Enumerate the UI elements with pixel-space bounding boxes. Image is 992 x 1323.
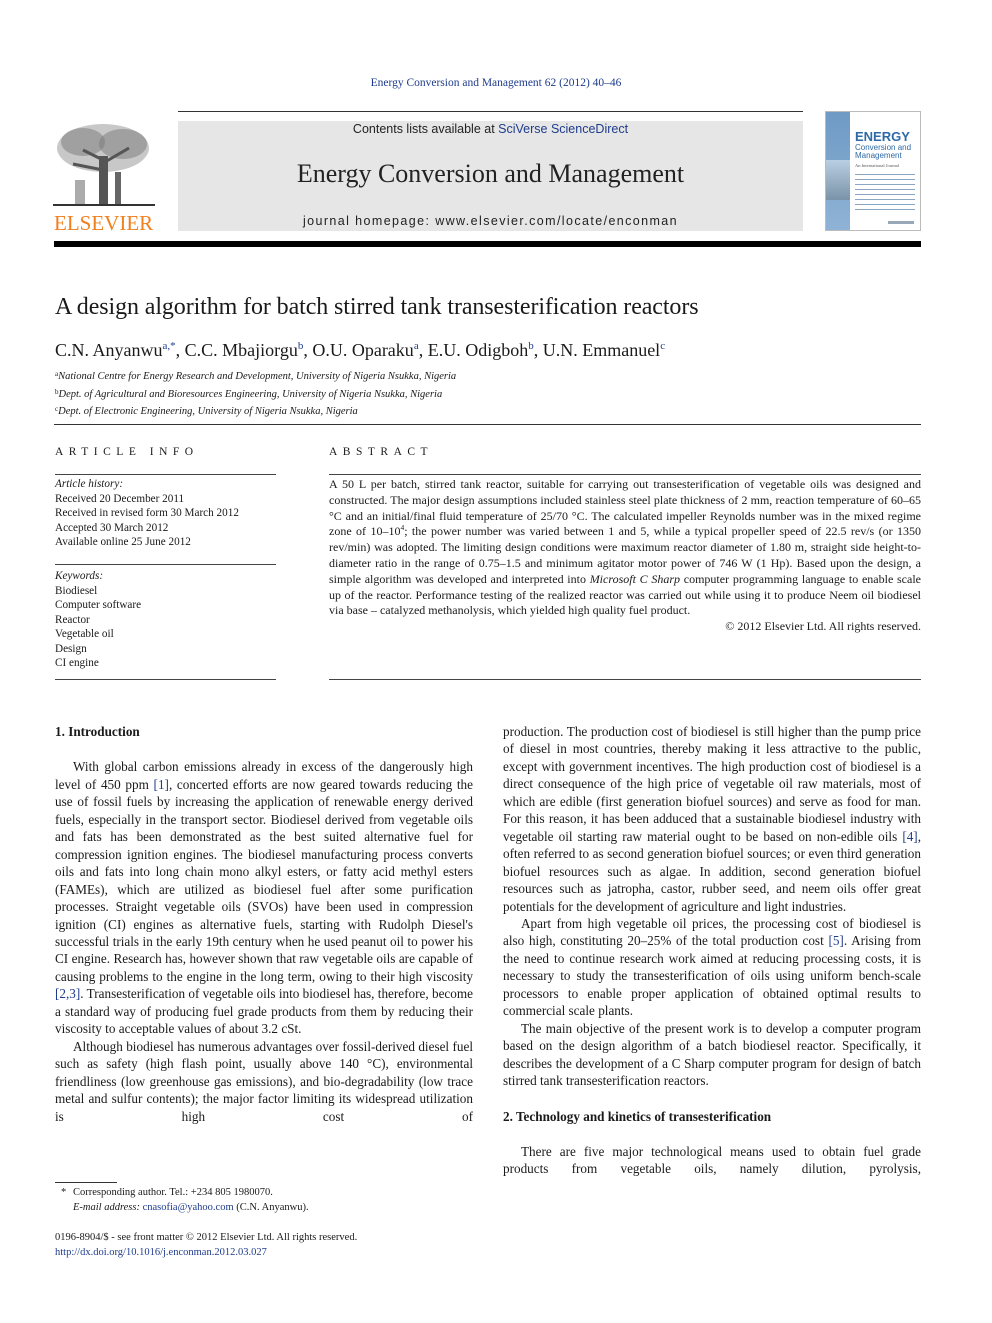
cover-title: ENERGY <box>855 129 910 144</box>
author[interactable]: C.N. Anyanwua,*, <box>55 340 185 360</box>
footnote-rule <box>55 1182 117 1183</box>
corresponding-author-footnote: * Corresponding author. Tel.: +234 805 19… <box>55 1186 309 1215</box>
cover-subtitle: Conversion and Management <box>855 143 912 160</box>
keyword[interactable]: Vegetable oil <box>55 627 141 642</box>
history-label: Article history: <box>55 478 124 490</box>
email-label: E-mail address: <box>73 1201 143 1213</box>
keywords-rule <box>55 679 276 680</box>
affiliation-rule <box>54 424 921 425</box>
affiliation: cDept. of Electronic Engineering, Univer… <box>55 405 358 417</box>
sciencedirect-link[interactable]: SciVerse ScienceDirect <box>498 122 628 136</box>
article-history: Article history: Received 20 December 20… <box>55 477 239 550</box>
citation-link[interactable]: [4] <box>902 829 917 844</box>
author[interactable]: E.U. Odigbohb, <box>428 340 543 360</box>
article-info-heading: ARTICLE INFO <box>55 446 199 458</box>
author[interactable]: U.N. Emmanuelc <box>543 340 665 360</box>
keyword[interactable]: Reactor <box>55 613 141 628</box>
history-item: Accepted 30 March 2012 <box>55 521 169 534</box>
footnote-star: * <box>61 1187 67 1198</box>
abstract-text: A 50 L per batch, stirred tank reactor, … <box>329 477 921 634</box>
citation-link[interactable]: [5] <box>828 933 843 948</box>
author[interactable]: O.U. Oparakua, <box>312 340 427 360</box>
elsevier-wordmark: ELSEVIER <box>54 211 154 235</box>
body-paragraph: production. The production cost of biodi… <box>503 724 921 914</box>
keywords: Keywords: Biodiesel Computer software Re… <box>55 569 141 671</box>
page-footer: 0196-8904/$ - see front matter © 2012 El… <box>55 1231 357 1260</box>
email-link[interactable]: cnasofia@yahoo.com <box>143 1202 234 1213</box>
article-title: A design algorithm for batch stirred tan… <box>55 294 699 320</box>
issn-line: 0196-8904/$ - see front matter © 2012 El… <box>55 1232 358 1243</box>
affiliation: aNational Centre for Energy Research and… <box>55 370 457 382</box>
body-paragraph: Apart from high vegetable oil prices, th… <box>503 915 921 1019</box>
contents-prefix: Contents lists available at <box>352 122 499 136</box>
journal-masthead: Contents lists available at SciVerse Sci… <box>178 121 803 231</box>
section-heading: 1. Introduction <box>55 724 140 739</box>
keyword[interactable]: CI engine <box>55 656 141 671</box>
tree-icon <box>53 124 155 206</box>
body-column-left: 1. Introduction With global carbon emiss… <box>55 723 473 1125</box>
affiliation: bDept. of Agricultural and Bioresources … <box>55 387 443 400</box>
keyword[interactable]: Design <box>55 642 141 657</box>
history-item: Received in revised form 30 March 2012 <box>55 507 239 519</box>
cover-contents-lines <box>855 174 915 214</box>
contents-line: Contents lists available at SciVerse Sci… <box>178 121 803 137</box>
journal-cover-thumbnail[interactable]: ENERGY Conversion and Management An Inte… <box>825 111 921 231</box>
cover-photo <box>826 160 850 200</box>
keywords-label: Keywords: <box>55 570 104 582</box>
body-paragraph: With global carbon emissions already in … <box>55 759 473 1037</box>
abstract-heading: ABSTRACT <box>329 446 434 458</box>
body-paragraph: The main objective of the present work i… <box>503 1020 921 1089</box>
running-head[interactable]: Energy Conversion and Management 62 (201… <box>0 77 992 89</box>
keyword[interactable]: Computer software <box>55 598 141 613</box>
body-paragraph: There are five major technological means… <box>503 1143 921 1177</box>
history-item: Received 20 December 2011 <box>55 492 185 505</box>
affiliations: aNational Centre for Energy Research and… <box>55 367 456 420</box>
header-bottom-bar <box>54 241 921 247</box>
body-paragraph: Although biodiesel has numerous advantag… <box>55 1038 473 1124</box>
cover-tagline: An International Journal <box>855 163 899 168</box>
author[interactable]: C.C. Mbajiorgub, <box>185 340 313 360</box>
history-rule <box>55 564 276 565</box>
citation-link[interactable]: [2,3] <box>55 986 80 1001</box>
author-affil-sup[interactable]: c <box>660 340 665 352</box>
journal-title: Energy Conversion and Management <box>296 159 685 188</box>
author-affil-sup[interactable]: a,* <box>163 340 176 352</box>
cover-footer-mark <box>888 221 914 224</box>
history-item: Available online 25 June 2012 <box>55 536 191 548</box>
section-heading: 2. Technology and kinetics of transester… <box>503 1108 772 1124</box>
abstract-rule <box>329 474 921 475</box>
keyword[interactable]: Biodiesel <box>55 584 141 599</box>
doi-link[interactable]: http://dx.doi.org/10.1016/j.enconman.201… <box>55 1247 267 1258</box>
author-list: C.N. Anyanwua,*, C.C. Mbajiorgub, O.U. O… <box>55 334 665 362</box>
article-info-rule <box>55 474 276 475</box>
abstract-copyright: © 2012 Elsevier Ltd. All rights reserved… <box>725 619 921 634</box>
body-column-right: production. The production cost of biodi… <box>503 723 921 1178</box>
journal-homepage-link[interactable]: journal homepage: www.elsevier.com/locat… <box>178 213 803 229</box>
citation-link[interactable]: [1] <box>154 777 169 792</box>
abstract-bottom-rule <box>329 679 921 680</box>
header-top-rule <box>178 111 803 112</box>
